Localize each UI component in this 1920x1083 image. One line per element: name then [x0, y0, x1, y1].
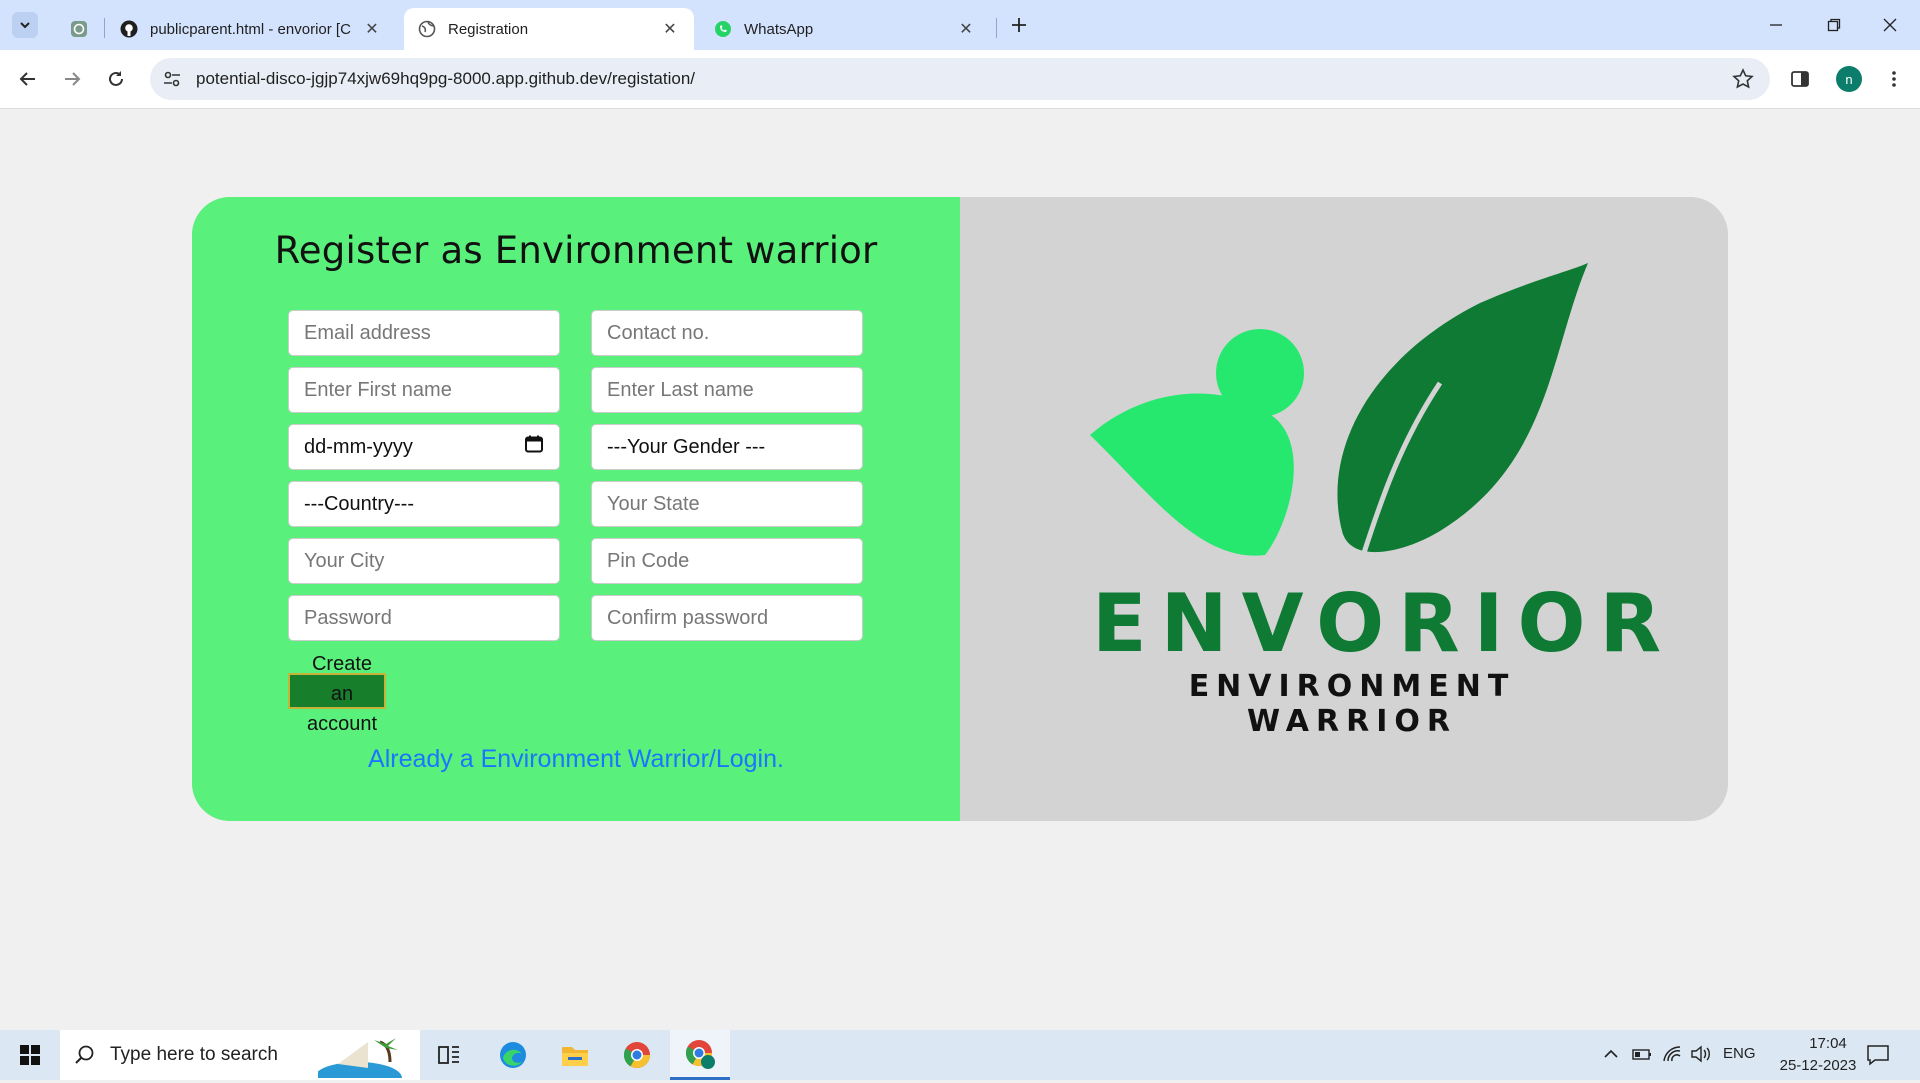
- bookmark-star-icon[interactable]: [1732, 68, 1754, 95]
- first-name-field[interactable]: Enter First name: [288, 367, 560, 413]
- tab-whatsapp[interactable]: WhatsApp ✕: [700, 8, 990, 50]
- new-tab-button[interactable]: [1006, 12, 1032, 38]
- whatsapp-icon: [714, 20, 732, 38]
- logo-tagline: ENVIRONMENT WARRIOR: [1188, 669, 1516, 739]
- folder-icon: [562, 1047, 588, 1066]
- country-select[interactable]: ---Country---: [288, 481, 560, 527]
- close-icon: [1883, 18, 1897, 32]
- browser-menu-button[interactable]: [1878, 63, 1910, 95]
- side-panel-button[interactable]: [1784, 63, 1816, 95]
- github-icon: [120, 20, 138, 38]
- restore-button[interactable]: [1814, 10, 1854, 40]
- chevron-down-icon: [20, 22, 30, 29]
- contact-field[interactable]: Contact no.: [591, 310, 863, 356]
- search-placeholder: Type here to search: [110, 1044, 278, 1065]
- tab-separator: [996, 18, 997, 38]
- taskbar-chrome[interactable]: [608, 1030, 666, 1080]
- restore-icon: [1827, 18, 1841, 32]
- tab-separator: [104, 18, 105, 38]
- back-button[interactable]: [12, 63, 44, 95]
- browser-tab-strip: publicparent.html - envorior [C ✕ Regist…: [0, 0, 1920, 50]
- logo-wordmark: ENVORIOR: [1092, 577, 1676, 670]
- login-link[interactable]: Already a Environment Warrior/Login.: [192, 745, 960, 774]
- search-highlight-illustration-icon: [314, 1034, 418, 1083]
- taskbar-search-box[interactable]: Type here to search: [60, 1030, 420, 1083]
- forward-button[interactable]: [56, 63, 88, 95]
- minimize-button[interactable]: [1756, 10, 1796, 40]
- chrome-icon: [623, 1042, 651, 1069]
- browser-toolbar: potential-disco-jgjp74xjw69hq9pg-8000.ap…: [0, 50, 1920, 109]
- minimize-icon: [1770, 24, 1782, 26]
- date-placeholder: dd-mm-yyyy: [304, 435, 413, 458]
- registration-form-panel: Register as Environment warrior Email ad…: [192, 197, 960, 821]
- taskbar-file-explorer[interactable]: [546, 1030, 604, 1080]
- clock-time[interactable]: 17:04: [1790, 1035, 1866, 1052]
- create-account-label-line: account: [306, 713, 378, 735]
- clock-date[interactable]: 25-12-2023: [1770, 1057, 1866, 1074]
- create-account-label-line: an: [330, 683, 354, 705]
- tab-title: Registration: [448, 20, 529, 38]
- taskbar-chrome-profile[interactable]: [670, 1030, 730, 1080]
- create-account-label-line: Create: [311, 653, 373, 675]
- pin-code-field[interactable]: Pin Code: [591, 538, 863, 584]
- close-tab-icon[interactable]: ✕: [956, 19, 976, 39]
- gender-select[interactable]: ---Your Gender ---: [591, 424, 863, 470]
- search-icon: [74, 1044, 96, 1071]
- start-button[interactable]: [8, 1030, 52, 1080]
- reload-button[interactable]: [100, 63, 132, 95]
- email-field[interactable]: Email address: [288, 310, 560, 356]
- taskbar-edge[interactable]: [484, 1030, 542, 1080]
- close-window-button[interactable]: [1870, 10, 1910, 40]
- edge-icon: [500, 1042, 526, 1068]
- chevron-up-icon[interactable]: [1602, 1045, 1620, 1068]
- chatgpt-icon: [70, 20, 88, 38]
- task-view-button[interactable]: [420, 1030, 478, 1080]
- more-vertical-icon: [1892, 71, 1896, 87]
- last-name-field[interactable]: Enter Last name: [591, 367, 863, 413]
- reload-icon: [109, 71, 123, 86]
- notification-icon[interactable]: [1866, 1043, 1890, 1072]
- registration-card: Register as Environment warrior Email ad…: [192, 197, 1728, 821]
- arrow-right-icon: [65, 72, 81, 86]
- tab-chatgpt[interactable]: [56, 8, 96, 50]
- chrome-profile-icon: [685, 1039, 715, 1069]
- logo-panel: ENVORIOR ENVIRONMENT WARRIOR: [960, 197, 1728, 821]
- arrow-left-icon: [19, 72, 35, 86]
- password-field[interactable]: Password: [288, 595, 560, 641]
- city-field[interactable]: Your City: [288, 538, 560, 584]
- tab-github[interactable]: publicparent.html - envorior [C ✕: [106, 8, 396, 50]
- tab-title: publicparent.html - envorior [C: [150, 20, 351, 38]
- profile-avatar[interactable]: n: [1836, 66, 1862, 92]
- envorior-leaf-logo: [1090, 263, 1588, 560]
- page-title: Register as Environment warrior: [274, 229, 878, 272]
- site-info-icon[interactable]: [162, 69, 182, 94]
- create-account-label[interactable]: Create an account: [287, 649, 397, 739]
- confirm-password-field[interactable]: Confirm password: [591, 595, 863, 641]
- wifi-icon[interactable]: [1662, 1045, 1682, 1068]
- battery-icon[interactable]: [1632, 1045, 1652, 1068]
- close-tab-icon[interactable]: ✕: [362, 19, 382, 39]
- url-text[interactable]: potential-disco-jgjp74xjw69hq9pg-8000.ap…: [196, 69, 695, 89]
- language-indicator[interactable]: ENG: [1723, 1045, 1756, 1062]
- tab-registration[interactable]: Registration ✕: [404, 8, 694, 50]
- tab-search-button[interactable]: [12, 12, 38, 38]
- side-panel-icon: [1791, 71, 1809, 87]
- close-tab-icon[interactable]: ✕: [660, 19, 680, 39]
- globe-icon: [418, 20, 436, 38]
- task-view-icon: [438, 1046, 459, 1064]
- tab-title: WhatsApp: [744, 20, 814, 38]
- calendar-icon[interactable]: [524, 434, 544, 460]
- windows-logo-icon: [20, 1045, 40, 1065]
- date-of-birth-field[interactable]: dd-mm-yyyy: [288, 424, 560, 470]
- state-field[interactable]: Your State: [591, 481, 863, 527]
- windows-taskbar: Type here to search ENG 17:04 25-12-2023: [0, 1030, 1920, 1083]
- plus-icon: [1012, 18, 1026, 32]
- address-bar[interactable]: potential-disco-jgjp74xjw69hq9pg-8000.ap…: [150, 58, 1770, 100]
- volume-icon[interactable]: [1690, 1045, 1712, 1068]
